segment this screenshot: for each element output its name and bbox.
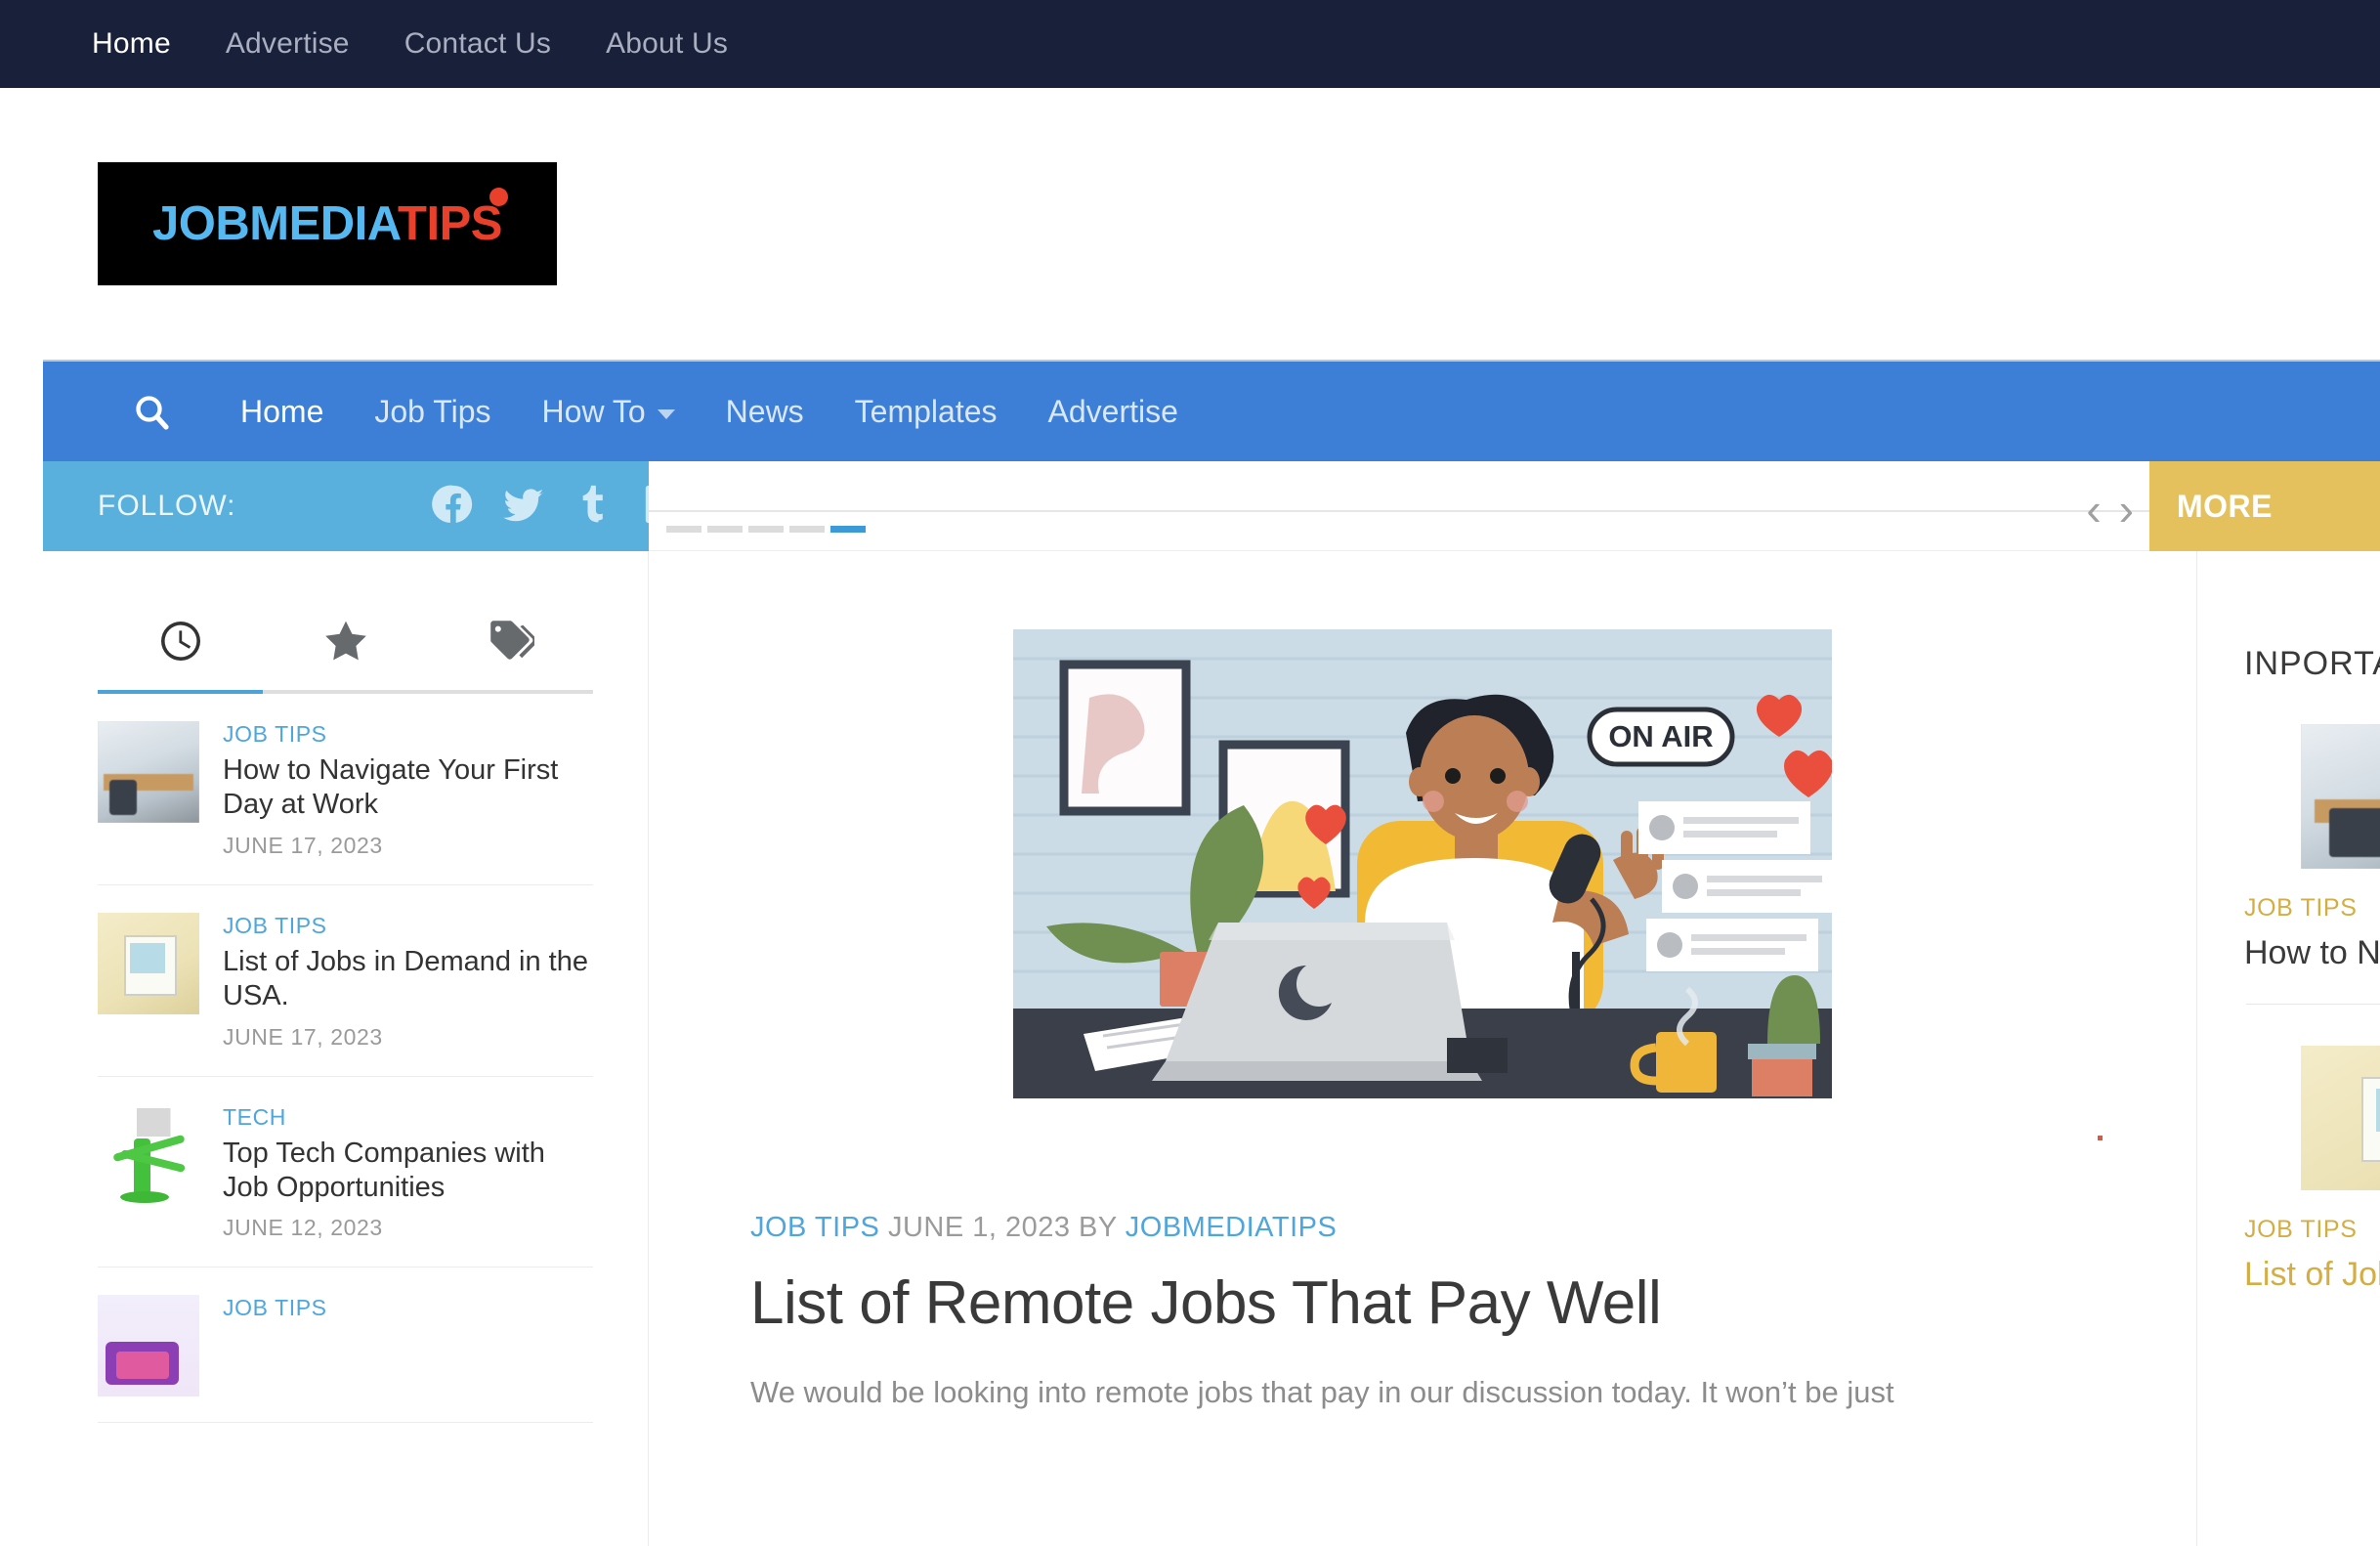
chevron-down-icon [657,408,675,419]
chevron-left-icon[interactable]: ‹ [2086,487,2101,532]
nav-label-news: News [725,393,804,429]
post-title[interactable]: How to Navigate Your First Day at Work [223,753,593,823]
follow-bar: FOLLOW: [43,461,684,551]
carousel-dash[interactable] [707,526,743,533]
right-widget-title: INPORTANT [2244,645,2380,682]
follow-label: FOLLOW: [98,490,236,522]
left-sidebar: JOB TIPS How to Navigate Your First Day … [43,551,649,1546]
post-thumbnail [98,912,199,1014]
topbar-link-advertise[interactable]: Advertise [198,27,377,61]
right-post-thumbnail [2301,724,2380,869]
post-date: JUNE 17, 2023 [223,1023,383,1050]
tab-active-underline [98,690,263,694]
topbar-link-contact-us[interactable]: Contact Us [377,27,578,61]
tumblr-icon[interactable] [572,482,616,532]
post-category[interactable]: JOB TIPS [223,913,593,939]
article-date: JUNE 1, 2023 BY [887,1212,1118,1243]
carousel-dash[interactable] [748,526,784,533]
article-hero-illustration[interactable]: ON AIR [1013,629,1832,1098]
more-button[interactable]: MORE [2149,461,2380,551]
right-post-category[interactable]: JOB TIPS [2244,894,2380,923]
nav-label-templates: Templates [854,393,998,429]
nav-item-advertise[interactable]: Advertise [1023,394,1204,430]
carousel-dash[interactable] [666,526,701,533]
carousel-pagination-dashes [666,526,866,533]
post-date: JUNE 12, 2023 [223,1215,383,1241]
article-meta: JOB TIPS JUNE 1, 2023 BY JOBMEDIATIPS [750,1212,2095,1244]
article-excerpt: We would be looking into remote jobs tha… [750,1375,1894,1410]
follow-and-carousel-row: FOLLOW: ‹ › MORE [43,461,2380,551]
nav-label-home: Home [240,393,324,429]
on-air-label: ON AIR [1608,719,1713,753]
search-icon[interactable] [125,385,178,438]
site-logo[interactable]: JOBMEDIATIPS [98,162,557,285]
article-title[interactable]: List of Remote Jobs That Pay Well [750,1269,2095,1337]
post-title[interactable]: List of Jobs in Demand in the USA. [223,945,593,1014]
article-author[interactable]: JOBMEDIATIPS [1126,1212,1338,1243]
list-item[interactable]: JOB TIPS How to Navigate Your First Day … [98,694,593,885]
right-list-item[interactable]: JOB TIPS How to Navigate Your First Day … [2244,683,2380,1005]
nav-label-advertise: Advertise [1047,393,1178,429]
right-sidebar: INPORTANT JOB TIPS How to Navigate Your … [2196,551,2380,1546]
list-item[interactable]: JOB TIPS [98,1267,593,1424]
carousel-dash-active[interactable] [830,526,866,533]
logo-text-red: TIPS [398,197,502,250]
nav-label-job-tips: Job Tips [374,393,491,429]
post-category[interactable]: JOB TIPS [223,721,593,748]
post-thumbnail [98,1295,199,1397]
nav-item-news[interactable]: News [701,394,829,430]
right-post-title[interactable]: How to Navigate Your First Day at Work [2244,932,2380,974]
post-category[interactable]: JOB TIPS [223,1295,593,1321]
carousel-dash[interactable] [789,526,825,533]
right-list-item[interactable]: JOB TIPS List of Jobs in Demand in the U… [2244,1005,2380,1296]
logo-band: JOBMEDIATIPS [0,88,2380,360]
nav-item-job-tips[interactable]: Job Tips [349,394,516,430]
tab-recent[interactable] [98,592,263,690]
twitter-icon[interactable] [501,482,546,532]
primary-navigation: Home Job Tips How To News Templates Adve… [43,360,2380,461]
site-logo-text: JOBMEDIATIPS [152,188,508,251]
chevron-right-icon[interactable]: › [2119,487,2134,532]
tags-icon [489,621,534,660]
logo-text-blue: JOBMEDIA [152,197,399,250]
nav-item-home[interactable]: Home [215,394,349,430]
clock-icon [160,622,200,661]
list-item[interactable]: TECH Top Tech Companies with Job Opportu… [98,1077,593,1268]
carousel-divider-line [649,510,2149,512]
carousel-arrows: ‹ › [2086,487,2134,532]
featured-carousel-strip: ‹ › MORE [649,461,2380,551]
nav-label-how-to: How To [541,393,646,429]
topbar-link-home[interactable]: Home [64,27,198,61]
topbar-link-about-us[interactable]: About Us [578,27,755,61]
article-category[interactable]: JOB TIPS [750,1212,879,1243]
main-article-column: ON AIR JOB TIPS JUNE 1, 2023 BY JOBMEDIA… [649,551,2196,1546]
top-utility-bar: Home Advertise Contact Us About Us [0,0,2380,88]
content-row: JOB TIPS How to Navigate Your First Day … [43,551,2380,1546]
post-thumbnail [98,721,199,823]
tab-popular[interactable] [263,592,428,690]
post-thumbnail [98,1103,199,1206]
right-post-title[interactable]: List of Jobs in Demand in the USA. [2244,1254,2380,1296]
post-date: JUNE 17, 2023 [223,832,383,858]
right-post-thumbnail [2301,1045,2380,1190]
nav-item-templates[interactable]: Templates [829,394,1023,430]
post-title[interactable]: Top Tech Companies with Job Opportunitie… [223,1137,593,1206]
logo-dot-icon [489,188,508,206]
right-post-category[interactable]: JOB TIPS [2244,1216,2380,1244]
star-icon [324,621,366,661]
tab-tags[interactable] [428,592,593,690]
decorative-dot-icon [2098,1136,2103,1140]
facebook-icon[interactable] [431,482,476,532]
sidebar-tabs [98,592,593,694]
nav-item-how-to[interactable]: How To [517,394,701,430]
post-category[interactable]: TECH [223,1104,593,1131]
list-item[interactable]: JOB TIPS List of Jobs in Demand in the U… [98,885,593,1077]
